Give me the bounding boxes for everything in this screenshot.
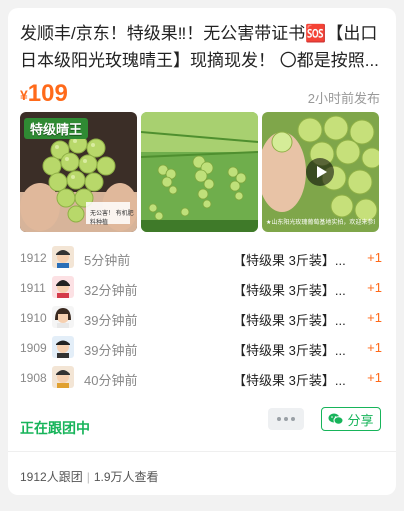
photo-grape-hand[interactable]: 特级晴王 无公害！ 有机肥料种植 (20, 112, 137, 232)
order-item: 【特级果 3斤装】... (233, 283, 346, 298)
order-time: 40分钟前 (84, 373, 138, 388)
order-item: 【特级果 3斤装】... (233, 313, 346, 328)
stats-bar: 1912人跟团 | 1.9万人查看 (20, 468, 159, 485)
order-row[interactable]: 1912 5分钟前 【特级果 3斤装】... +1 (20, 244, 382, 274)
group-status: 正在跟团中 (20, 420, 90, 436)
view-count: 1.9万人查看 (93, 470, 159, 484)
dot-icon (291, 417, 295, 421)
order-number: 1910 (20, 311, 47, 325)
order-number: 1912 (20, 251, 47, 265)
video-caption: ★山东阳光玫瑰葡萄基地实拍，欢迎来参观 (266, 220, 375, 226)
photo-watermark: 无公害！ 有机肥料种植 (90, 211, 134, 226)
order-row[interactable]: 1910 39分钟前 【特级果 3斤装】... +1 (20, 304, 382, 334)
order-qty: +1 (367, 250, 382, 265)
order-item: 【特级果 3斤装】... (233, 253, 346, 268)
order-time: 39分钟前 (84, 313, 138, 328)
order-item: 【特级果 3斤装】... (233, 343, 346, 358)
price: ¥109 (20, 80, 68, 108)
more-button[interactable] (268, 408, 304, 430)
order-row[interactable]: 1908 40分钟前 【特级果 3斤装】... +1 (20, 364, 382, 394)
separator: | (86, 470, 90, 484)
post-title[interactable]: 发顺丰/京东！特级果‼！无公害带证书🆘【出口日本级阳光玫瑰晴王】现摘现发！ 〇都… (20, 20, 380, 74)
photo-gallery: 特级晴王 无公害！ 有机肥料种植 ★山东阳光玫瑰葡萄基地实拍，欢迎来参观 (20, 112, 380, 232)
share-button[interactable]: 分享 (321, 407, 381, 431)
order-time: 32分钟前 (84, 283, 138, 298)
order-qty: +1 (367, 370, 382, 385)
order-list: 1912 5分钟前 【特级果 3斤装】... +1 1911 32分钟前 【特级… (20, 244, 382, 394)
dot-icon (277, 417, 281, 421)
avatar (52, 366, 74, 388)
order-number: 1911 (20, 281, 46, 295)
order-qty: +1 (367, 310, 382, 325)
group-buy-card[interactable]: 发顺丰/京东！特级果‼！无公害带证书🆘【出口日本级阳光玫瑰晴王】现摘现发！ 〇都… (8, 8, 396, 495)
price-value: 109 (27, 80, 68, 107)
order-number: 1908 (20, 371, 47, 385)
order-row[interactable]: 1909 39分钟前 【特级果 3斤装】... +1 (20, 334, 382, 364)
photo-tag: 特级晴王 (24, 118, 89, 139)
share-label: 分享 (347, 412, 374, 428)
order-time: 39分钟前 (84, 343, 138, 358)
order-time: 5分钟前 (84, 253, 131, 268)
play-icon[interactable] (306, 158, 334, 186)
divider (8, 451, 396, 452)
order-item: 【特级果 3斤装】... (233, 373, 346, 388)
avatar (52, 336, 74, 358)
photo-vineyard[interactable] (141, 112, 258, 232)
member-count: 1912人跟团 (20, 470, 83, 484)
order-number: 1909 (20, 341, 47, 355)
posted-time: 2小时前发布 (307, 91, 380, 106)
photo-video[interactable]: ★山东阳光玫瑰葡萄基地实拍，欢迎来参观 (262, 112, 379, 232)
price-symbol: ¥ (20, 87, 28, 103)
order-qty: +1 (367, 280, 382, 295)
avatar (52, 306, 74, 328)
avatar (52, 276, 74, 298)
dot-icon (284, 417, 288, 421)
avatar (52, 246, 74, 268)
wechat-icon (328, 413, 344, 425)
order-qty: +1 (367, 340, 382, 355)
vineyard-photo (141, 112, 258, 232)
order-row[interactable]: 1911 32分钟前 【特级果 3斤装】... +1 (20, 274, 382, 304)
